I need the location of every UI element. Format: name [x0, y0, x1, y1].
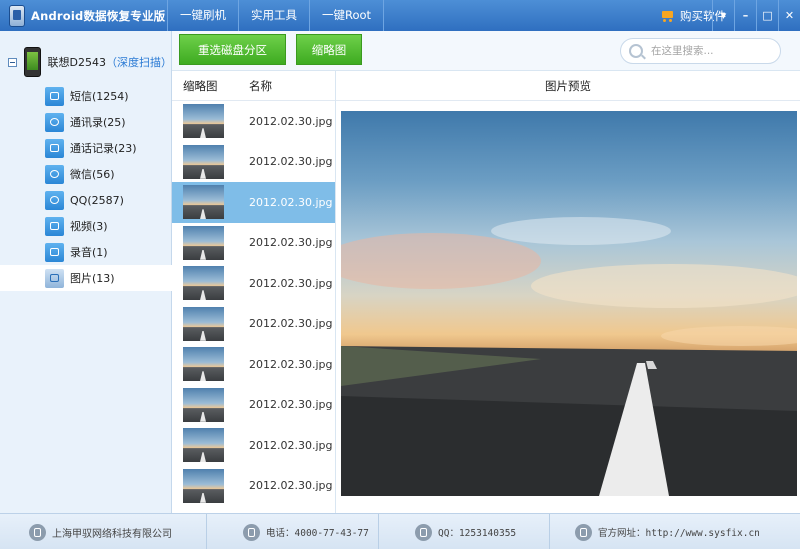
sidebar-item-contacts[interactable]: 通讯录(25) — [0, 109, 172, 135]
maximize-button[interactable]: □ — [756, 0, 778, 31]
video-icon — [45, 216, 64, 236]
sidebar-item-label: 通话记录(23) — [70, 142, 137, 155]
file-name: 2012.02.30.jpg — [249, 195, 333, 209]
sidebar-item-pictures[interactable]: 图片(13) — [0, 265, 172, 291]
table-row[interactable]: 2012.02.30.jpg — [172, 304, 335, 345]
image-preview — [341, 111, 797, 496]
column-header-name: 名称 — [249, 78, 272, 93]
thumbnail-image — [183, 306, 224, 341]
sidebar-item-label: 视频(3) — [70, 220, 108, 233]
contacts-icon — [45, 112, 64, 132]
building-icon — [29, 523, 46, 541]
preview-title: 图片预览 — [336, 71, 800, 101]
table-row[interactable]: 2012.02.30.jpg — [172, 385, 335, 426]
thumbnail-image — [183, 225, 224, 260]
file-name: 2012.02.30.jpg — [249, 357, 333, 371]
phone-call-icon — [243, 523, 260, 541]
toolbar: 重选磁盘分区 缩略图 — [172, 31, 800, 71]
menu-item-root[interactable]: 一键Root — [309, 0, 385, 31]
thumbnail-image — [183, 428, 224, 463]
table-row-selected[interactable]: 2012.02.30.jpg — [172, 182, 335, 223]
thumbnail-image — [183, 266, 224, 301]
search-box — [620, 38, 781, 64]
call-log-icon — [45, 138, 64, 158]
sidebar-item-call-log[interactable]: 通话记录(23) — [0, 135, 172, 161]
road-landscape-image — [341, 217, 797, 496]
table-row[interactable]: 2012.02.30.jpg — [172, 101, 335, 142]
collapse-icon[interactable] — [8, 57, 17, 67]
category-list: 短信(1254) 通讯录(25) 通话记录(23) 微信(56) QQ(2587… — [0, 83, 172, 291]
sidebar-item-wechat[interactable]: 微信(56) — [0, 161, 172, 187]
file-name: 2012.02.30.jpg — [249, 479, 333, 493]
sidebar-item-video[interactable]: 视频(3) — [0, 213, 172, 239]
window-controls: ▾ – □ ✕ — [712, 0, 800, 31]
recording-icon — [45, 242, 64, 262]
sidebar-item-sms[interactable]: 短信(1254) — [0, 83, 172, 109]
menu-dropdown-button[interactable]: ▾ — [712, 0, 734, 31]
reselect-partition-button[interactable]: 重选磁盘分区 — [179, 34, 286, 65]
wechat-icon — [45, 164, 64, 184]
thumbnail-image — [183, 185, 224, 220]
table-row[interactable]: 2012.02.30.jpg — [172, 466, 335, 507]
thumbnail-image — [183, 104, 224, 139]
file-name: 2012.02.30.jpg — [249, 398, 333, 412]
column-header-thumbnail: 缩略图 — [183, 78, 218, 93]
globe-icon — [575, 523, 592, 541]
sidebar-item-recording[interactable]: 录音(1) — [0, 239, 172, 265]
deep-scan-link[interactable]: （深度扫描） — [106, 56, 172, 69]
sidebar: 联想D2543（深度扫描） 短信(1254) 通讯录(25) 通话记录(23) … — [0, 31, 172, 513]
file-name: 2012.02.30.jpg — [249, 317, 333, 331]
sidebar-item-label: 图片(13) — [70, 272, 115, 285]
table-row[interactable]: 2012.02.30.jpg — [172, 263, 335, 304]
title-bar: Android数据恢复专业版 一键刷机 实用工具 一键Root 购买软件 ▾ –… — [0, 0, 800, 31]
file-list: 缩略图 名称 2012.02.30.jpg 2012.02.30.jpg 201… — [172, 71, 336, 513]
status-website[interactable]: 官方网址：http://www.sysfix.cn — [550, 514, 800, 549]
thumbnail-image — [183, 468, 224, 503]
sidebar-item-label: 短信(1254) — [70, 90, 129, 103]
phone-icon — [23, 47, 41, 77]
sidebar-item-qq[interactable]: QQ(2587) — [0, 187, 172, 213]
minimize-button[interactable]: – — [734, 0, 756, 31]
device-node[interactable]: 联想D2543（深度扫描） — [0, 39, 172, 85]
qq-icon — [415, 523, 432, 541]
app-logo-icon — [9, 4, 25, 27]
app-title: Android数据恢复专业版 — [31, 8, 166, 23]
table-row[interactable]: 2012.02.30.jpg — [172, 425, 335, 466]
top-menu: 一键刷机 实用工具 一键Root — [167, 0, 385, 31]
file-name: 2012.02.30.jpg — [249, 438, 333, 452]
device-name: 联想D2543（深度扫描） — [47, 56, 172, 69]
thumbnail-image — [183, 387, 224, 422]
thumbnail-view-button[interactable]: 缩略图 — [296, 34, 362, 65]
thumbnail-image — [183, 347, 224, 382]
sidebar-item-label: 通讯录(25) — [70, 116, 126, 129]
table-row[interactable]: 2012.02.30.jpg — [172, 142, 335, 183]
table-row[interactable]: 2012.02.30.jpg — [172, 223, 335, 264]
sms-icon — [45, 86, 64, 106]
cart-icon — [660, 10, 676, 22]
sidebar-item-label: 微信(56) — [70, 168, 115, 181]
menu-item-flash[interactable]: 一键刷机 — [167, 0, 238, 31]
close-button[interactable]: ✕ — [778, 0, 800, 31]
file-name: 2012.02.30.jpg — [249, 155, 333, 169]
file-name: 2012.02.30.jpg — [249, 114, 333, 128]
picture-icon — [45, 268, 64, 288]
thumbnail-image — [183, 144, 224, 179]
status-phone: 电话：4000-77-43-77 — [207, 514, 379, 549]
sidebar-item-label: 录音(1) — [70, 246, 108, 259]
file-name: 2012.02.30.jpg — [249, 276, 333, 290]
file-name: 2012.02.30.jpg — [249, 236, 333, 250]
status-bar: 上海甲驭网络科技有限公司 电话：4000-77-43-77 QQ：1253140… — [0, 513, 800, 549]
menu-item-tools[interactable]: 实用工具 — [238, 0, 309, 31]
status-qq: QQ：1253140355 — [379, 514, 550, 549]
sidebar-item-label: QQ(2587) — [70, 193, 124, 207]
status-company: 上海甲驭网络科技有限公司 — [0, 514, 207, 549]
search-input[interactable] — [651, 45, 771, 57]
file-list-header: 缩略图 名称 — [172, 71, 335, 101]
qq-icon — [45, 190, 64, 210]
search-icon — [629, 44, 643, 58]
table-row[interactable]: 2012.02.30.jpg — [172, 344, 335, 385]
